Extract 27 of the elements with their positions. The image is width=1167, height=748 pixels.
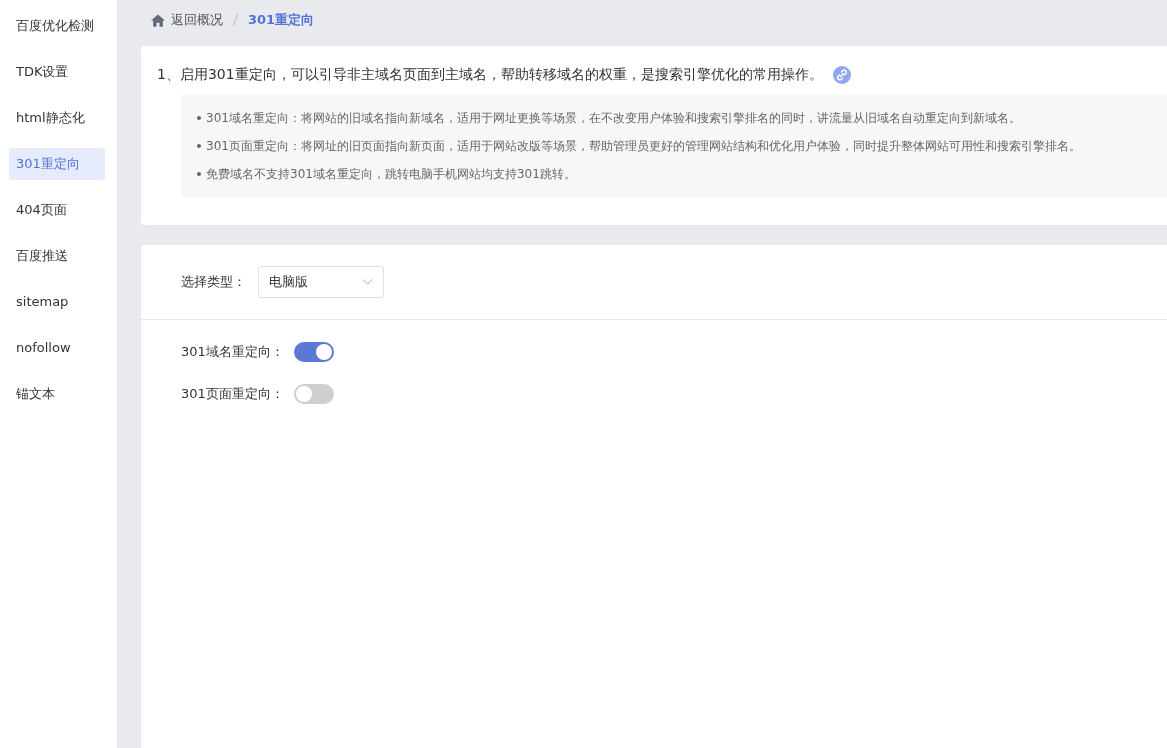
sidebar-item[interactable]: nofollow [9,332,105,364]
sidebar-item[interactable]: TDK设置 [9,56,105,88]
notice-text: 免费域名不支持301域名重定向，跳转电脑手机网站均支持301跳转。 [206,165,576,183]
sidebar-item[interactable]: 锚文本 [9,378,105,410]
bullet-icon [197,172,201,176]
breadcrumb-current: 301重定向 [248,11,315,29]
intro-heading: 1、启用301重定向，可以引导非主域名页面到主域名，帮助转移域名的权重，是搜索引擎优化的常用操作。 [157,66,823,84]
chevron-icon [362,279,373,285]
toggle-switch[interactable] [293,384,334,404]
sidebar-item[interactable]: html静态化 [9,102,105,134]
type-label: 选择类型： [181,273,246,291]
notice-text: 301域名重定向：将网站的旧域名指向新域名，适用于网址更换等场景，在不改变用户体验和搜索引擎排名的同时，讲流量从旧域名自动重定向到新域名。 [206,109,1021,127]
notice-text: 301页面重定向：将网址的旧页面指向新页面，适用于网站改版等场景，帮助管理员更好的管理网站结构和优化用户体验，同时提升整体网站可用性和搜索引擎排名。 [206,137,1081,155]
sidebar-item[interactable]: sitemap [9,286,105,318]
switch-label: 301域名重定向： [181,343,284,361]
bullet-icon [197,144,201,148]
toggle-switch[interactable] [293,342,334,362]
link-icon[interactable] [832,66,851,84]
bullet-icon [197,116,201,120]
sidebar-item[interactable]: 百度优化检测 [9,10,105,42]
breadcrumb-link[interactable]: 返回概况 [171,11,223,29]
home-icon [151,13,165,27]
sidebar-item[interactable]: 百度推送 [9,240,105,272]
type-select[interactable]: 电脑版 [258,266,384,298]
sidebar-item[interactable]: 404页面 [9,194,105,226]
switch-label: 301页面重定向： [181,385,284,403]
sidebar-item[interactable]: 301重定向 [9,148,105,180]
